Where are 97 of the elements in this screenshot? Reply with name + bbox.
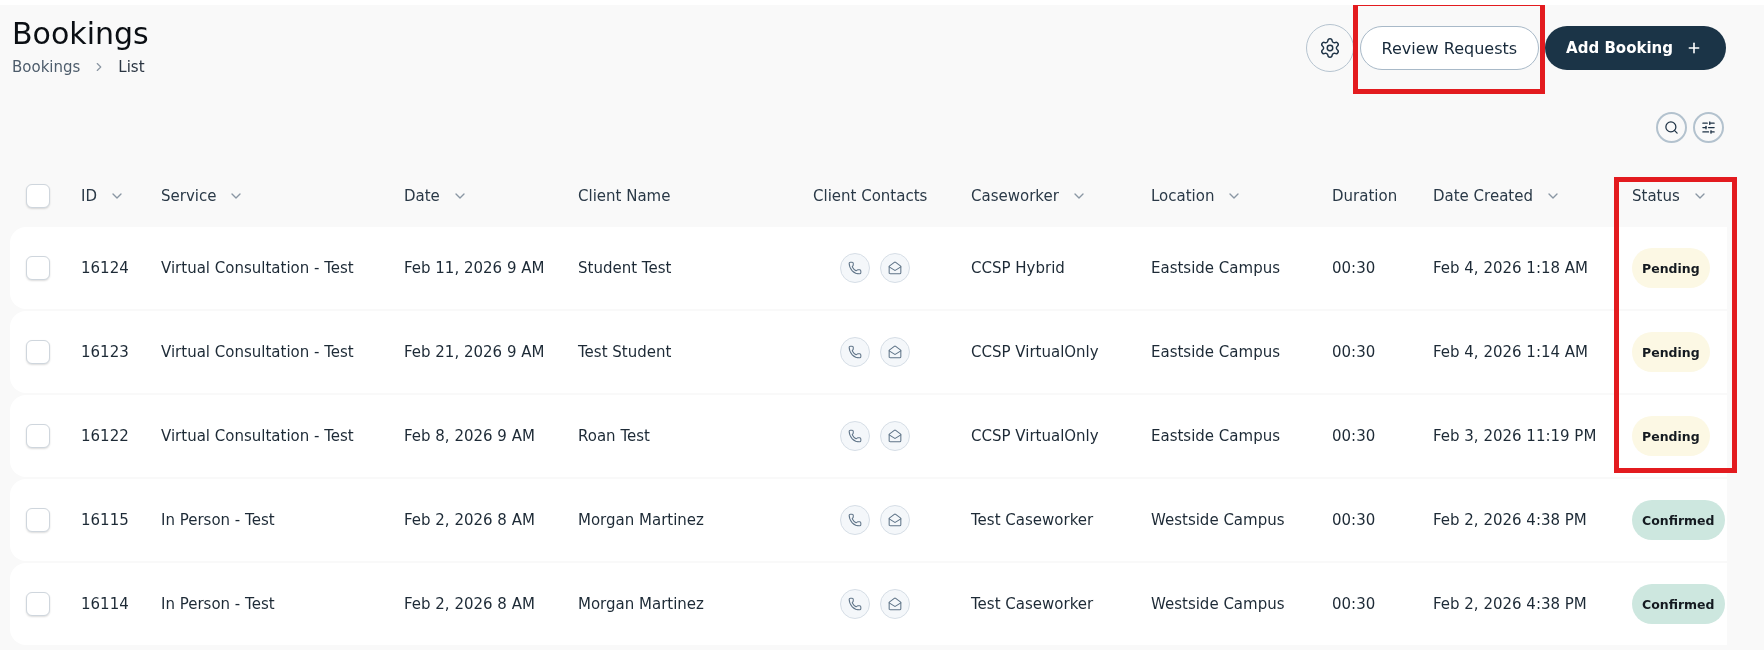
status-badge: Pending bbox=[1632, 248, 1710, 288]
table-cell: Virtual Consultation - Test bbox=[161, 343, 354, 361]
table-cell: CCSP VirtualOnly bbox=[971, 427, 1099, 445]
table-cell: Feb 21, 2026 9 AM bbox=[404, 343, 545, 361]
table-cell: Eastside Campus bbox=[1151, 427, 1280, 445]
table-cell: Feb 2, 2026 4:38 PM bbox=[1433, 511, 1587, 529]
status-badge: Pending bbox=[1632, 332, 1710, 372]
table-cell: 16124 bbox=[81, 259, 129, 277]
envelope-icon bbox=[888, 345, 902, 359]
table-cell: Feb 2, 2026 8 AM bbox=[404, 511, 535, 529]
envelope-icon bbox=[888, 597, 902, 611]
filter-button[interactable] bbox=[1693, 112, 1724, 143]
email-button[interactable] bbox=[880, 421, 910, 451]
envelope-icon bbox=[888, 429, 902, 443]
phone-button[interactable] bbox=[840, 505, 870, 535]
table-cell: Feb 4, 2026 1:14 AM bbox=[1433, 343, 1588, 361]
phone-button[interactable] bbox=[840, 421, 870, 451]
table-cell: Morgan Martinez bbox=[578, 511, 704, 529]
column-header: Duration bbox=[1332, 187, 1398, 205]
sort-header[interactable]: Status bbox=[1632, 187, 1708, 205]
table-cell: CCSP VirtualOnly bbox=[971, 343, 1099, 361]
sort-header[interactable]: Location bbox=[1151, 187, 1243, 205]
table-cell: Feb 3, 2026 11:19 PM bbox=[1433, 427, 1597, 445]
table-cell: 16123 bbox=[81, 343, 129, 361]
table-cell: CCSP Hybrid bbox=[971, 259, 1065, 277]
table-cell: Feb 2, 2026 4:38 PM bbox=[1433, 595, 1587, 613]
status-badge: Confirmed bbox=[1632, 584, 1725, 624]
table-row[interactable]: 16123 Virtual Consultation - Test Feb 21, 2026 9 AM Test Student CCSP VirtualOnly Eastside Campus 00:30 Feb 4, 2026 1:14 AM Pending bbox=[10, 311, 1727, 393]
table-cell: 00:30 bbox=[1332, 259, 1376, 277]
row-checkbox[interactable] bbox=[26, 508, 50, 532]
table-cell: Virtual Consultation - Test bbox=[161, 427, 354, 445]
sort-header[interactable]: Service bbox=[161, 187, 245, 205]
table-cell: Morgan Martinez bbox=[578, 595, 704, 613]
table-cell: Eastside Campus bbox=[1151, 343, 1280, 361]
table-cell: In Person - Test bbox=[161, 595, 275, 613]
table-row[interactable]: 16122 Virtual Consultation - Test Feb 8, 2026 9 AM Roan Test CCSP VirtualOnly Eastside Campus 00:30 Feb 3, 2026 11:19 PM Pending bbox=[10, 395, 1727, 477]
table-cell: Feb 2, 2026 8 AM bbox=[404, 595, 535, 613]
page-title: Bookings bbox=[12, 17, 149, 51]
table-cell: In Person - Test bbox=[161, 511, 275, 529]
table-cell: 00:30 bbox=[1332, 595, 1376, 613]
breadcrumb-link[interactable]: Bookings bbox=[12, 57, 81, 77]
select-all-checkbox[interactable] bbox=[26, 184, 50, 208]
gear-icon bbox=[1318, 37, 1341, 59]
row-checkbox[interactable] bbox=[26, 424, 50, 448]
email-button[interactable] bbox=[880, 337, 910, 367]
search-icon bbox=[1664, 120, 1679, 135]
email-button[interactable] bbox=[880, 589, 910, 619]
table-cell: 16115 bbox=[81, 511, 129, 529]
email-button[interactable] bbox=[880, 253, 910, 283]
phone-icon bbox=[848, 345, 862, 359]
row-checkbox[interactable] bbox=[26, 592, 50, 616]
sort-header[interactable]: ID bbox=[81, 187, 125, 205]
phone-icon bbox=[848, 261, 862, 275]
phone-icon bbox=[848, 597, 862, 611]
table-row[interactable]: 16114 In Person - Test Feb 2, 2026 8 AM Morgan Martinez Test Caseworker Westside Campus 00:30 Feb 2, 2026 4:38 PM Confirmed bbox=[10, 563, 1727, 645]
table-cell: Feb 11, 2026 9 AM bbox=[404, 259, 545, 277]
row-checkbox[interactable] bbox=[26, 256, 50, 280]
table-cell: 00:30 bbox=[1332, 427, 1376, 445]
search-button[interactable] bbox=[1656, 112, 1687, 143]
table-cell: 16114 bbox=[81, 595, 129, 613]
sort-header[interactable]: Date Created bbox=[1433, 187, 1561, 205]
phone-button[interactable] bbox=[840, 337, 870, 367]
table-cell: Eastside Campus bbox=[1151, 259, 1280, 277]
table-cell: Test Caseworker bbox=[971, 595, 1094, 613]
phone-icon bbox=[848, 429, 862, 443]
table-cell: 00:30 bbox=[1332, 511, 1376, 529]
table-cell: Westside Campus bbox=[1151, 595, 1285, 613]
table-cell: 16122 bbox=[81, 427, 129, 445]
table-cell: Feb 8, 2026 9 AM bbox=[404, 427, 535, 445]
table-row[interactable]: 16115 In Person - Test Feb 2, 2026 8 AM Morgan Martinez Test Caseworker Westside Campus 00:30 Feb 2, 2026 4:38 PM Confirmed bbox=[10, 479, 1727, 561]
review-requests-button[interactable]: Review Requests bbox=[1359, 26, 1540, 70]
table-row[interactable]: 16124 Virtual Consultation - Test Feb 11, 2026 9 AM Student Test CCSP Hybrid Eastside Campus 00:30 Feb 4, 2026 1:18 AM Pending bbox=[10, 227, 1727, 309]
table-cell: Westside Campus bbox=[1151, 511, 1285, 529]
table-cell: Virtual Consultation - Test bbox=[161, 259, 354, 277]
phone-button[interactable] bbox=[840, 253, 870, 283]
table-cell: Roan Test bbox=[578, 427, 650, 445]
column-header: Client Name bbox=[578, 187, 671, 205]
column-header: Client Contacts bbox=[813, 187, 928, 205]
breadcrumb-current: List bbox=[118, 57, 145, 77]
status-badge: Confirmed bbox=[1632, 500, 1725, 540]
envelope-icon bbox=[888, 513, 902, 527]
table-cell: Test Student bbox=[578, 343, 672, 361]
row-checkbox[interactable] bbox=[26, 340, 50, 364]
table-cell: Test Caseworker bbox=[971, 511, 1094, 529]
sort-header[interactable]: Date bbox=[404, 187, 468, 205]
table-cell: Feb 4, 2026 1:18 AM bbox=[1433, 259, 1588, 277]
sliders-icon bbox=[1701, 120, 1716, 135]
table-cell: 00:30 bbox=[1332, 343, 1376, 361]
sort-header[interactable]: Caseworker bbox=[971, 187, 1087, 205]
email-button[interactable] bbox=[880, 505, 910, 535]
status-badge: Pending bbox=[1632, 416, 1710, 456]
phone-button[interactable] bbox=[840, 589, 870, 619]
table-cell: Student Test bbox=[578, 259, 672, 277]
phone-icon bbox=[848, 513, 862, 527]
plus-icon bbox=[1686, 40, 1702, 56]
envelope-icon bbox=[888, 261, 902, 275]
add-booking-button[interactable]: Add Booking bbox=[1545, 26, 1726, 70]
